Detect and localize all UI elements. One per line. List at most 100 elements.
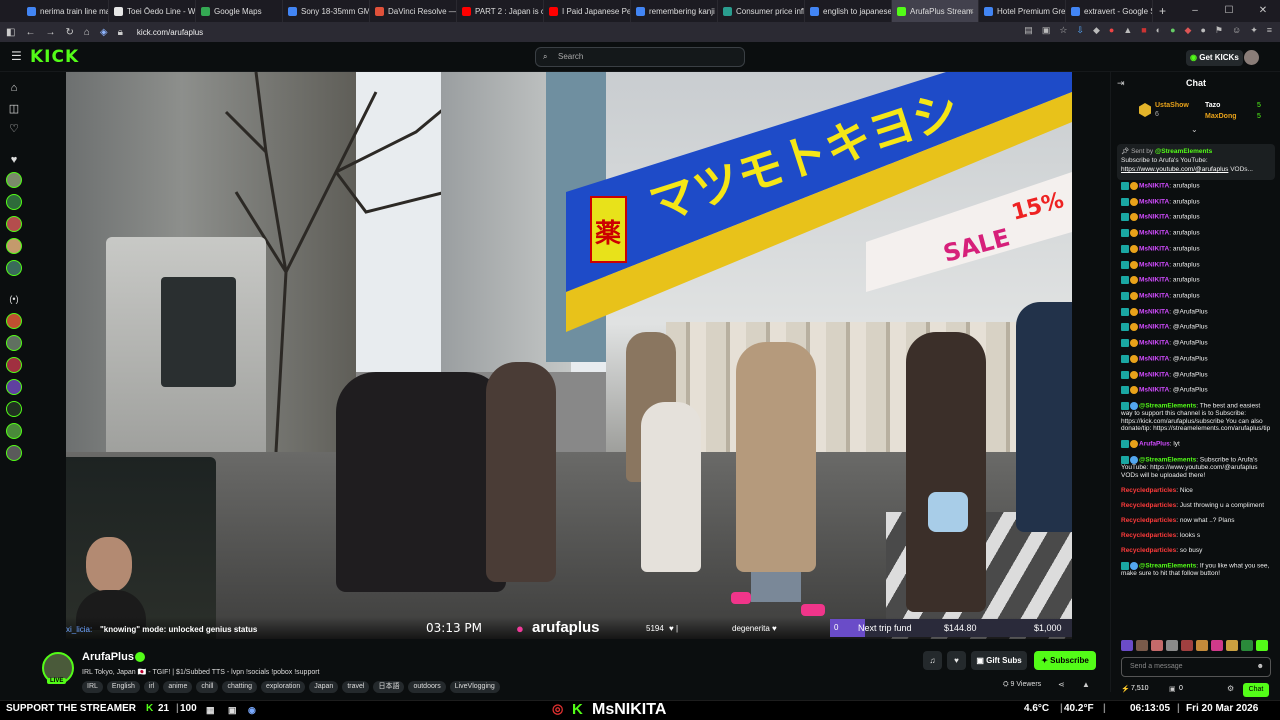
followed-channel-avatar[interactable]	[6, 172, 22, 188]
forward-icon[interactable]: →	[45, 27, 55, 38]
share-icon[interactable]: ⋖	[1058, 680, 1065, 689]
browser-tab[interactable]: nerima train line map	[22, 0, 109, 22]
chat-username[interactable]: Recycledparticles	[1121, 487, 1176, 494]
recommended-channel-avatar[interactable]	[6, 401, 22, 417]
extensions-menu-icon[interactable]: ✦	[1250, 25, 1258, 36]
chat-username[interactable]: Recycledparticles	[1121, 517, 1176, 524]
home-nav-icon[interactable]: ⌂	[7, 81, 21, 95]
new-tab-button[interactable]: +	[1159, 4, 1166, 18]
reader-icon[interactable]: ▤	[1024, 25, 1033, 36]
report-icon[interactable]: ▲	[1082, 680, 1090, 689]
chat-username[interactable]: @StreamElements	[1139, 457, 1196, 464]
emote-icon[interactable]	[1241, 640, 1253, 651]
back-icon[interactable]: ←	[25, 27, 35, 38]
chat-send-button[interactable]: Chat	[1243, 683, 1269, 697]
browser-tab[interactable]: DaVinci Resolve — M	[370, 0, 457, 22]
browser-tab[interactable]: Sony 18-35mm GM L	[283, 0, 370, 22]
extension-icon[interactable]: ◆	[1185, 25, 1192, 36]
reload-icon[interactable]: ↻	[65, 27, 73, 38]
emote-icon[interactable]	[1181, 640, 1193, 651]
emoji-icon[interactable]: ☻	[1257, 658, 1264, 676]
following-nav-icon[interactable]: ♡	[7, 122, 21, 136]
stream-tag[interactable]: chatting	[222, 681, 257, 693]
followed-channel-avatar[interactable]	[6, 260, 22, 276]
taskbar-app-icon[interactable]: ◉	[248, 705, 256, 716]
chat-username[interactable]: MsNIKITA	[1139, 340, 1169, 347]
user-avatar[interactable]	[1244, 50, 1259, 65]
kicks-balance[interactable]: 0	[1179, 685, 1183, 692]
emote-icon[interactable]	[1196, 640, 1208, 651]
browser-tab[interactable]: english to japanese -	[805, 0, 892, 22]
chat-settings-icon[interactable]: ⚙	[1227, 684, 1234, 693]
chat-username[interactable]: MsNIKITA	[1139, 246, 1169, 253]
stream-tag[interactable]: travel	[342, 681, 370, 693]
screenshot-icon[interactable]: ▣	[1042, 25, 1051, 36]
gift-subs-button[interactable]: ▣ Gift Subs	[971, 651, 1027, 670]
home-icon[interactable]: ⌂	[84, 27, 90, 38]
chat-username[interactable]: @StreamElements	[1139, 562, 1196, 569]
chat-username[interactable]: MsNIKITA	[1139, 293, 1169, 300]
extension-icon[interactable]: ■	[1141, 25, 1146, 36]
extension-icon[interactable]: ☺	[1232, 25, 1241, 36]
chat-username[interactable]: MsNIKITA	[1139, 324, 1169, 331]
chat-username[interactable]: Recycledparticles	[1121, 502, 1176, 509]
stream-tag[interactable]: anime	[163, 681, 193, 693]
followed-channel-avatar[interactable]	[6, 238, 22, 254]
recommended-channel-avatar[interactable]	[6, 423, 22, 439]
taskbar-app-icon[interactable]: ▦	[206, 705, 215, 716]
emote-icon[interactable]	[1211, 640, 1223, 651]
stream-tag[interactable]: chill	[196, 681, 219, 693]
chat-username[interactable]: ArufaPlus	[1139, 441, 1170, 448]
browser-tab[interactable]: Google Maps	[196, 0, 283, 22]
shield-icon[interactable]: ◈	[100, 27, 108, 38]
followed-channel-avatar[interactable]	[6, 194, 22, 210]
extension-icon[interactable]: ●	[1170, 25, 1175, 36]
browser-tab[interactable]: Hotel Premium Green	[979, 0, 1066, 22]
subscribe-button[interactable]: ✦ Subscribe	[1034, 651, 1096, 670]
browser-tab[interactable]: I Paid Japanese Peopl	[544, 0, 631, 22]
collapse-chat-icon[interactable]: ⇥	[1117, 72, 1125, 94]
pinned-message[interactable]: 📌︎ Sent by @StreamElements Subscribe to …	[1117, 144, 1275, 180]
recommended-channel-avatar[interactable]	[6, 357, 22, 373]
extension-icon[interactable]: ◆	[1093, 25, 1100, 36]
emote-icon[interactable]	[1226, 640, 1238, 651]
chat-username[interactable]: Recycledparticles	[1121, 532, 1176, 539]
points-value[interactable]: 7,510	[1131, 685, 1149, 692]
extension-icon[interactable]: ▲	[1123, 25, 1132, 36]
extension-icon[interactable]: ●	[1109, 25, 1114, 36]
chat-username[interactable]: MsNIKITA	[1139, 198, 1169, 205]
chat-username[interactable]: MsNIKITA	[1139, 183, 1169, 190]
taskbar-app-icon[interactable]: ▣	[228, 705, 237, 716]
recommended-channel-avatar[interactable]	[6, 379, 22, 395]
browser-tab[interactable]: ArufaPlus Stream ×	[892, 0, 979, 22]
menu-icon[interactable]: ≡	[1267, 25, 1272, 36]
stream-tag[interactable]: irl	[143, 681, 160, 693]
extension-icon[interactable]: ●	[1200, 25, 1205, 36]
chat-username[interactable]: MsNIKITA	[1139, 356, 1169, 363]
chat-username[interactable]: Recycledparticles	[1121, 547, 1176, 554]
chat-username[interactable]: MsNIKITA	[1139, 371, 1169, 378]
extension-icon[interactable]: ⚑	[1215, 25, 1223, 36]
chat-input[interactable]: Send a message ☻	[1121, 657, 1271, 677]
search-input[interactable]: ⌕ Search	[535, 47, 745, 67]
close-window-icon[interactable]: ✕	[1246, 0, 1280, 22]
bookmark-star-icon[interactable]: ☆	[1059, 25, 1067, 36]
stream-tag[interactable]: Japan	[309, 681, 339, 693]
chat-username[interactable]: MsNIKITA	[1139, 261, 1169, 268]
stream-tag[interactable]: IRL	[82, 681, 103, 693]
browser-tab[interactable]: remembering kanji - G	[631, 0, 718, 22]
hamburger-menu-icon[interactable]: ☰	[11, 49, 22, 63]
emote-icon[interactable]	[1121, 640, 1133, 651]
stream-tag[interactable]: 日本語	[373, 681, 405, 693]
maximize-icon[interactable]: ☐	[1212, 0, 1246, 22]
browse-nav-icon[interactable]: ◫	[7, 102, 21, 116]
lock-icon[interactable]: 🔒︎	[118, 27, 123, 38]
expand-leaderboard-icon[interactable]: ⌄	[1191, 125, 1198, 134]
emote-icon[interactable]	[1151, 640, 1163, 651]
recommended-channel-avatar[interactable]	[6, 335, 22, 351]
stream-tag[interactable]: exploration	[261, 681, 306, 693]
tab-close-icon[interactable]: ×	[969, 6, 974, 16]
chat-username[interactable]: MsNIKITA	[1139, 308, 1169, 315]
recommended-channel-avatar[interactable]	[6, 445, 22, 461]
pinned-link[interactable]: https://www.youtube.com/@arufaplus	[1121, 166, 1228, 173]
